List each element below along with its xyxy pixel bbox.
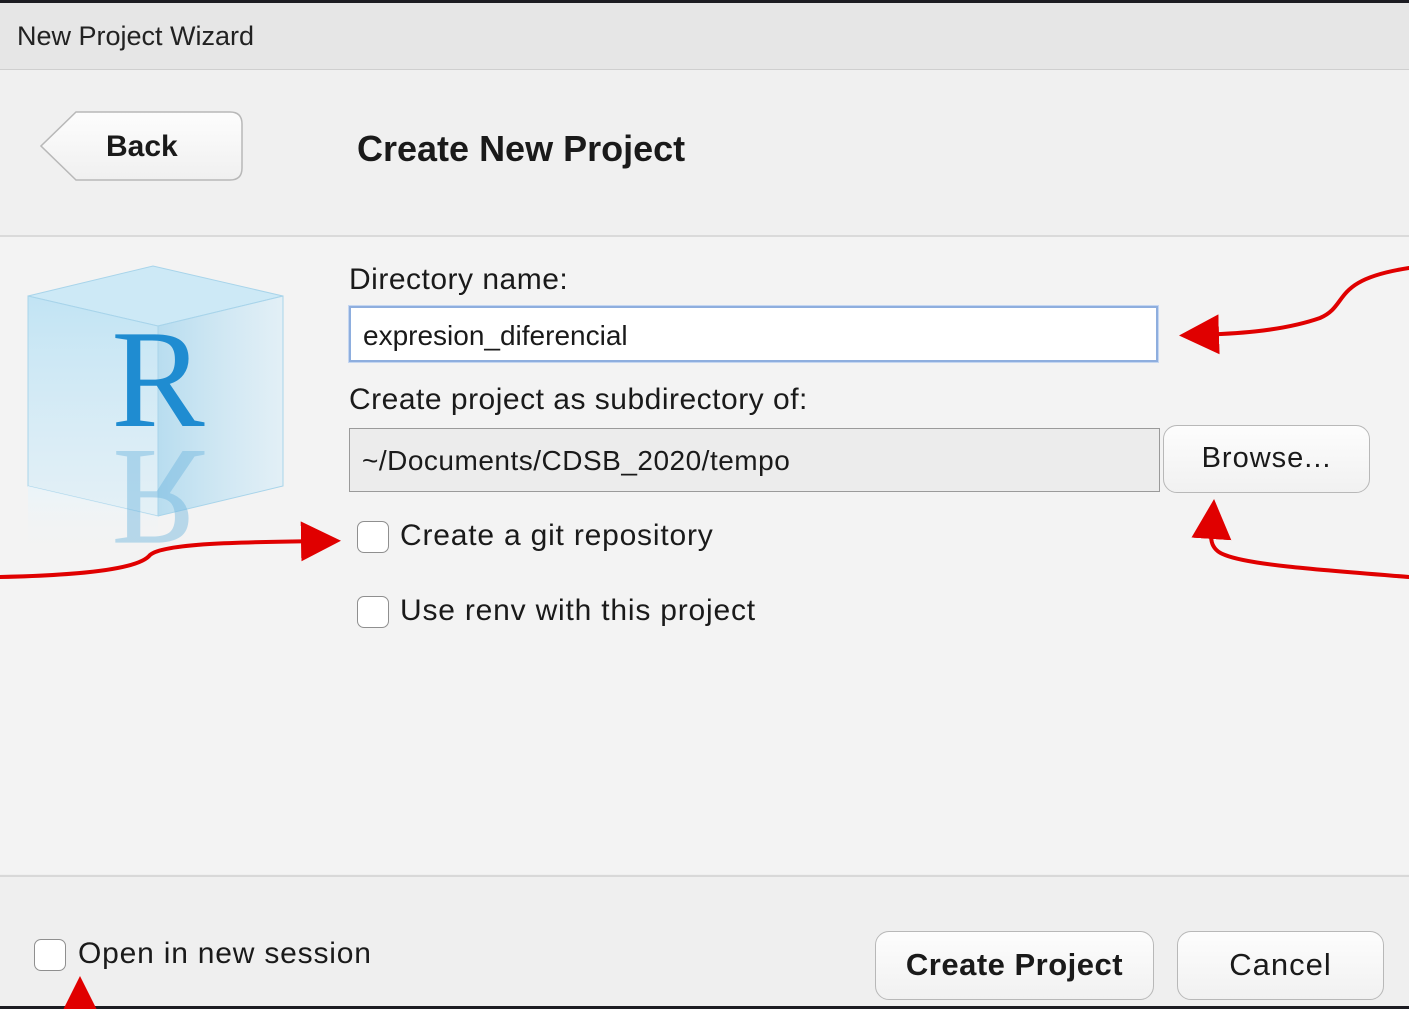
- directory-name-label: Directory name:: [349, 263, 569, 296]
- back-button[interactable]: Back: [40, 111, 243, 181]
- git-repository-label: Create a git repository: [400, 519, 714, 552]
- svg-text:R: R: [111, 420, 205, 561]
- r-logo-cube-icon: R R: [18, 261, 293, 575]
- browse-button[interactable]: Browse...: [1163, 425, 1370, 493]
- renv-label: Use renv with this project: [400, 594, 756, 627]
- directory-name-value: expresion_diferencial: [363, 320, 628, 351]
- new-project-wizard-window: New Project Wizard Back Create New Proje…: [0, 3, 1409, 1006]
- title-bar: New Project Wizard: [0, 3, 1409, 70]
- create-project-button[interactable]: Create Project: [875, 931, 1154, 1000]
- directory-name-input[interactable]: expresion_diferencial: [349, 306, 1158, 362]
- open-new-session-label: Open in new session: [78, 937, 372, 970]
- git-repository-checkbox[interactable]: [357, 521, 389, 553]
- footer-divider: [0, 875, 1409, 877]
- window-title: New Project Wizard: [17, 21, 255, 51]
- back-button-label: Back: [106, 130, 178, 163]
- renv-checkbox[interactable]: [357, 596, 389, 628]
- cancel-button[interactable]: Cancel: [1177, 931, 1384, 1000]
- subdirectory-path-field: ~/Documents/CDSB_2020/tempo: [349, 428, 1160, 492]
- subdirectory-path-value: ~/Documents/CDSB_2020/tempo: [362, 445, 791, 476]
- page-title: Create New Project: [357, 128, 686, 169]
- subdirectory-label: Create project as subdirectory of:: [349, 383, 808, 416]
- open-new-session-checkbox[interactable]: [34, 939, 66, 971]
